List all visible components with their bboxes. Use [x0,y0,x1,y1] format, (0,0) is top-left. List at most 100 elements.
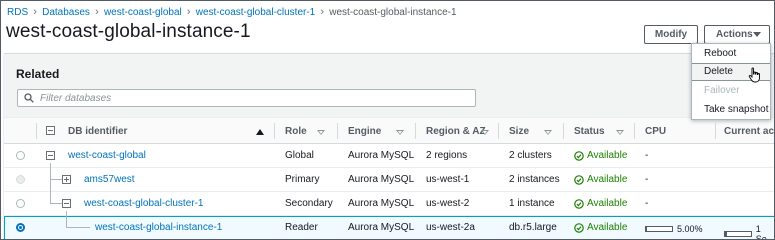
cpu-cell: - [645,150,649,161]
role-cell: Secondary [285,198,333,209]
engine-cell: Aurora MySQL [348,174,415,185]
column-divider [715,123,716,139]
menu-item-failover: Failover [704,85,740,96]
search-input[interactable] [40,92,460,104]
search-box[interactable] [17,89,476,107]
actions-button[interactable]: Actions [704,25,770,44]
collapse-icon[interactable] [46,151,55,160]
chevron-right-icon: › [33,6,37,18]
check-circle-icon [574,174,584,185]
sort-icon[interactable] [544,130,552,135]
breadcrumb: RDS › Databases › west-coast-global › we… [7,5,457,19]
breadcrumb-global[interactable]: west-coast-global [104,7,182,18]
table-header: DB identifier Role Engine Region & AZ Si… [4,117,774,144]
activity-progress-bar [724,231,752,237]
related-panel: Related DB identifier Role Engine Region… [4,53,774,240]
role-cell: Global [285,150,314,161]
role-cell: Reader [285,222,318,233]
menu-item-reboot[interactable]: Reboot [692,45,770,63]
actions-button-label: Actions [716,29,753,40]
db-identifier-link[interactable]: west-coast-global-instance-1 [95,222,222,233]
activity-meter: 1 Se [724,224,774,240]
column-region-az[interactable]: Region & AZ [426,126,486,137]
sort-icon[interactable] [396,130,404,135]
cpu-progress-fill [646,227,648,231]
tree-line [66,211,67,227]
hand-cursor-icon [748,67,760,83]
db-identifier-link[interactable]: ams57west [84,174,135,185]
check-circle-icon [574,222,584,233]
table-row[interactable]: west-coast-global-cluster-1 Secondary Au… [4,168,774,216]
status-badge: Available [574,150,627,161]
column-status[interactable]: Status [574,126,605,137]
chevron-right-icon: › [95,6,99,18]
breadcrumb-rds[interactable]: RDS [7,7,28,18]
search-icon [24,93,34,103]
db-identifier-link[interactable]: west-coast-global [68,150,146,161]
status-text: Available [587,174,628,185]
menu-item-take-snapshot[interactable]: Take snapshot [692,101,770,119]
region-cell: us-west-2 [426,198,470,209]
column-role[interactable]: Role [285,126,307,137]
column-divider [498,123,499,139]
caret-down-icon [753,32,761,37]
cpu-percent: 5.00% [677,224,703,234]
region-cell: 2 regions [426,150,468,161]
column-db-identifier[interactable]: DB identifier [68,126,127,137]
sort-icon[interactable] [481,130,489,135]
column-size[interactable]: Size [509,126,529,137]
size-cell: db.r5.large [509,222,557,233]
modify-button[interactable]: Modify [644,25,698,44]
collapse-all-icon[interactable] [46,126,55,135]
region-cell: us-west-2a [426,222,475,233]
rds-console-window: RDS › Databases › west-coast-global › we… [0,0,775,240]
cpu-cell: - [645,174,649,185]
db-identifier-link[interactable]: west-coast-global-cluster-1 [84,198,204,209]
sort-icon[interactable] [616,130,624,135]
engine-cell: Aurora MySQL [348,222,415,233]
status-badge: Available [574,222,627,233]
region-cell: us-west-1 [426,174,470,185]
sort-ascending-icon[interactable] [256,129,264,135]
activity-text: 1 Se [755,224,767,240]
column-divider [36,123,37,139]
sort-icon[interactable] [317,130,325,135]
cpu-meter: 5.00% [645,224,703,234]
column-divider [415,123,416,139]
size-cell: 1 instance [509,198,555,209]
tree-line [50,203,62,204]
engine-cell: Aurora MySQL [348,198,415,209]
row-radio[interactable] [16,151,25,160]
column-cpu[interactable]: CPU [645,126,666,137]
status-text: Available [587,150,628,161]
row-radio[interactable] [16,199,25,208]
table-row-selected[interactable]: west-coast-global-instance-1 Reader Auro… [4,211,774,240]
column-divider [274,123,275,139]
cpu-cell: - [645,198,649,209]
panel-header-background [4,54,774,117]
row-radio-selected[interactable] [16,223,25,232]
breadcrumb-databases[interactable]: Databases [42,7,90,18]
expand-icon[interactable] [62,175,71,184]
chevron-right-icon: › [186,6,191,18]
row-radio [16,175,25,184]
related-title: Related [16,67,60,81]
tree-line [50,179,62,180]
activity-progress-fill [725,232,727,236]
table-row[interactable]: west-coast-global Global Aurora MySQL 2 … [4,144,774,168]
tree-line [66,227,90,228]
status-badge: Available [574,174,627,185]
breadcrumb-cluster[interactable]: west-coast-global-cluster-1 [196,7,316,18]
collapse-icon[interactable] [62,199,71,208]
column-current-activity[interactable]: Current activity [724,126,774,137]
role-cell: Primary [285,174,320,185]
column-divider [337,123,338,139]
column-divider [634,123,635,139]
check-circle-icon [574,198,584,209]
chevron-right-icon: › [320,6,325,18]
status-text: Available [587,222,628,233]
tree-line [50,168,51,204]
column-engine[interactable]: Engine [348,126,381,137]
breadcrumb-instance: west-coast-global-instance-1 [329,6,457,18]
table-row[interactable]: ams57west Primary Aurora MySQL us-west-1… [4,163,774,192]
